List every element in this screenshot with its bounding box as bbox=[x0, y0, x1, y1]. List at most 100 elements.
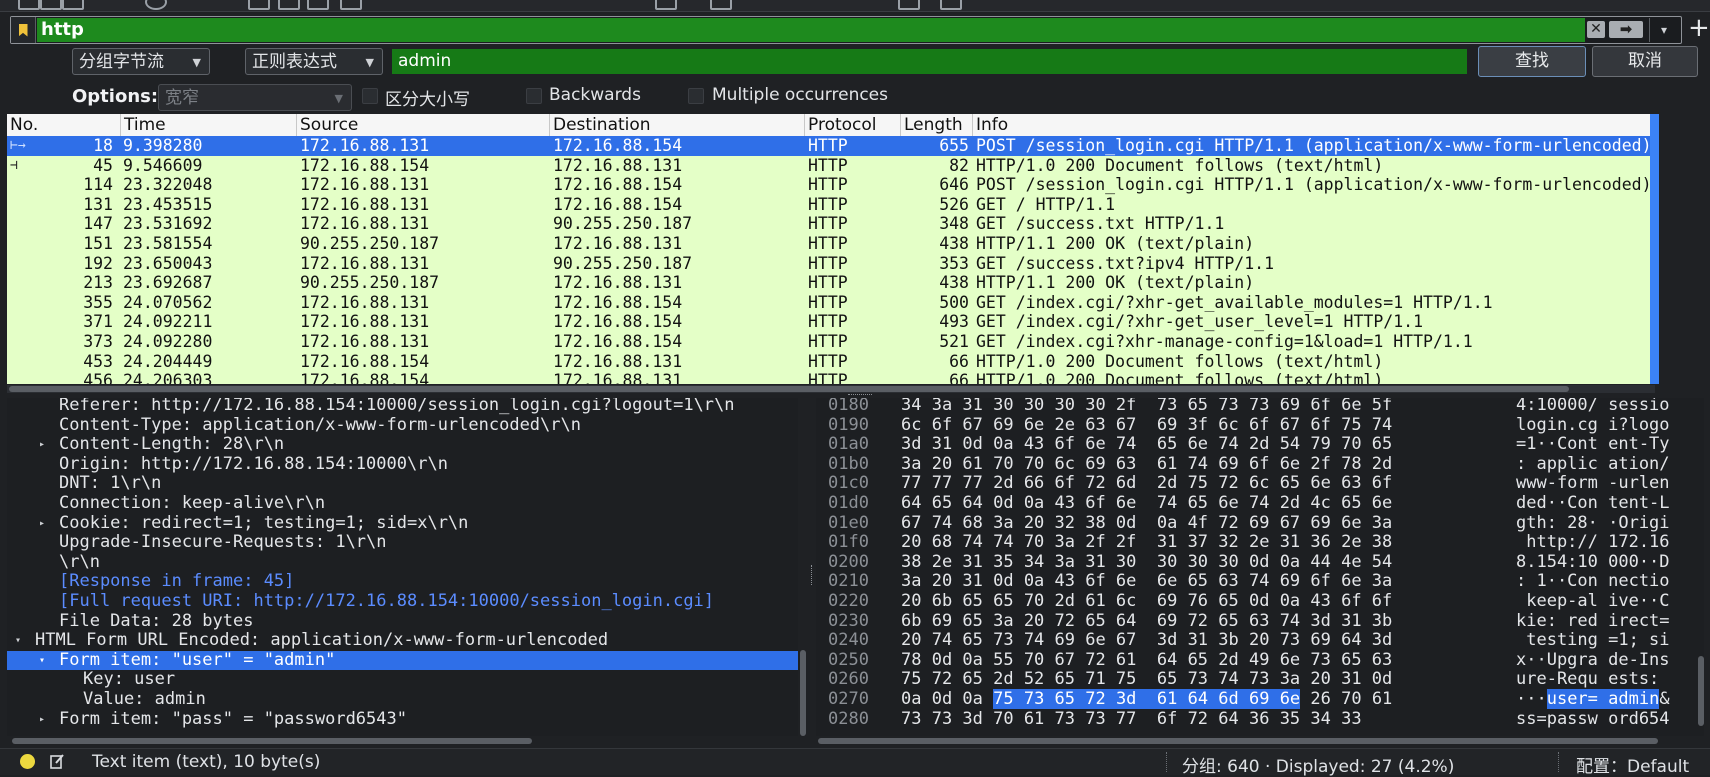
packet-row[interactable]: 151 23.581554 90.255.250.187 172.16.88.131 H… bbox=[7, 234, 1655, 254]
ascii-bytes[interactable]: keep-al ive··C bbox=[1516, 591, 1669, 612]
ascii-bytes[interactable]: =1··Cont ent-Ty bbox=[1516, 435, 1670, 455]
hex-row[interactable]: 01d0 64 65 64 0d 0a 43 6f 6e 74 65 6e 74 … bbox=[816, 493, 1704, 514]
bookmark-icon[interactable] bbox=[11, 17, 36, 43]
hex-bytes[interactable]: 67 74 68 3a 20 32 38 0d 0a 4f 72 69 67 6… bbox=[901, 513, 1392, 534]
detail-tree-item[interactable]: Origin: http://172.16.88.154:10000\r\n bbox=[7, 454, 798, 475]
bytes-scrollbar[interactable] bbox=[1698, 656, 1704, 726]
hex-bytes[interactable]: 75 72 65 2d 52 65 71 75 65 73 74 73 3a 2… bbox=[901, 670, 1392, 690]
column-header-length[interactable]: Length bbox=[901, 114, 973, 136]
hex-row[interactable]: 0230 6b 69 65 3a 20 72 65 64 69 72 65 63 … bbox=[816, 611, 1704, 632]
hex-row[interactable]: 0210 3a 20 31 0d 0a 43 6f 6e 6e 65 63 74 … bbox=[816, 572, 1704, 592]
packet-details-tree[interactable]: Referer: http://172.16.88.154:10000/sess… bbox=[7, 398, 798, 736]
details-scrollbar[interactable] bbox=[800, 650, 806, 736]
column-header-protocol[interactable]: Protocol bbox=[805, 114, 901, 136]
hex-bytes[interactable]: 20 74 65 73 74 69 6e 67 3d 31 3b 20 73 6… bbox=[901, 631, 1392, 651]
detail-tree-item[interactable]: Connection: keep-alive\r\n bbox=[7, 493, 798, 514]
detail-tree-item[interactable]: [Response in frame: 45] bbox=[7, 572, 798, 592]
add-filter-button-icon[interactable]: + bbox=[1688, 14, 1710, 42]
ascii-bytes[interactable]: http:// 172.16 bbox=[1516, 533, 1669, 553]
hex-row[interactable]: 01f0 20 68 74 74 70 3a 2f 2f 31 37 32 2e … bbox=[816, 533, 1704, 553]
packet-row[interactable]: 371 24.092211 172.16.88.131 172.16.88.154 HT… bbox=[7, 312, 1655, 332]
detail-tree-item[interactable]: Upgrade-Insecure-Requests: 1\r\n bbox=[7, 533, 798, 553]
display-filter-input[interactable]: http bbox=[37, 18, 1585, 42]
toolbar-icon[interactable] bbox=[940, 0, 962, 10]
packet-bytes-view[interactable]: 0180 34 3a 31 30 30 30 30 2f 73 65 73 73 … bbox=[816, 398, 1704, 736]
detail-tree-item[interactable]: [Full request URI: http://172.16.88.154:… bbox=[7, 591, 798, 612]
ascii-bytes[interactable]: : 1··Con nectio bbox=[1516, 572, 1670, 592]
ascii-bytes[interactable]: testing =1; si bbox=[1516, 631, 1669, 651]
detail-tree-item[interactable]: ▾ Form item: "user" = "admin" bbox=[7, 650, 798, 671]
hex-bytes[interactable]: 73 73 3d 70 61 73 73 77 6f 72 64 36 35 3… bbox=[901, 709, 1362, 730]
detail-tree-item[interactable]: Value: admin bbox=[7, 689, 798, 710]
hex-row[interactable]: 01b0 3a 20 61 70 70 6c 69 63 61 74 69 6f … bbox=[816, 454, 1704, 475]
toolbar-icon[interactable] bbox=[62, 0, 84, 10]
collapse-arrow-icon[interactable]: ▸ bbox=[39, 435, 45, 455]
expand-arrow-icon[interactable]: ▾ bbox=[39, 651, 45, 671]
packet-row[interactable]: 18 9.398280 172.16.88.131 172.16.88.154 HTTP… bbox=[7, 136, 1655, 156]
toolbar-icon[interactable] bbox=[145, 0, 167, 10]
column-header-info[interactable]: Info bbox=[973, 114, 1655, 136]
edit-comment-icon[interactable] bbox=[50, 753, 64, 769]
toolbar-icon[interactable] bbox=[340, 0, 362, 10]
toolbar-icon[interactable] bbox=[278, 0, 300, 10]
apply-filter-icon[interactable]: ➡ bbox=[1609, 21, 1643, 38]
packet-list[interactable]: No. Time Source Destination Protocol Len… bbox=[7, 114, 1655, 384]
hex-row[interactable]: 0280 73 73 3d 70 61 73 73 77 6f 72 64 36 … bbox=[816, 709, 1704, 730]
hex-row[interactable]: 0240 20 74 65 73 74 69 6e 67 3d 31 3b 20 … bbox=[816, 631, 1704, 651]
expand-arrow-icon[interactable]: ▾ bbox=[15, 631, 21, 651]
expert-info-icon[interactable] bbox=[20, 754, 35, 769]
packet-row[interactable]: 45 9.546609 172.16.88.154 172.16.88.131 HTTP… bbox=[7, 156, 1655, 176]
detail-tree-item[interactable]: Content-Type: application/x-www-form-url… bbox=[7, 415, 798, 436]
details-hscrollbar[interactable] bbox=[12, 738, 532, 744]
pane-splitter-handle[interactable] bbox=[811, 565, 814, 585]
hex-row[interactable]: 0250 78 0d 0a 55 70 67 72 61 64 65 2d 49 … bbox=[816, 650, 1704, 671]
hex-row[interactable]: 0270 0a 0d 0a 75 73 65 72 3d 61 64 6d 69 … bbox=[816, 689, 1704, 710]
hex-row[interactable]: 01c0 77 77 77 2d 66 6f 72 6d 2d 75 72 6c … bbox=[816, 474, 1704, 494]
column-header-destination[interactable]: Destination bbox=[550, 114, 805, 136]
search-in-select[interactable]: 分组字节流 ▼ bbox=[72, 48, 210, 75]
hex-row[interactable]: 0220 20 6b 65 65 70 2d 61 6c 69 76 65 0d … bbox=[816, 591, 1704, 612]
detail-tree-item[interactable]: ▸ Cookie: redirect=1; testing=1; sid=x\r\… bbox=[7, 513, 798, 534]
hex-bytes[interactable]: 3a 20 31 0d 0a 43 6f 6e 6e 65 63 74 69 6… bbox=[901, 572, 1392, 592]
toolbar-icon[interactable] bbox=[40, 0, 62, 10]
hex-bytes[interactable]: 6b 69 65 3a 20 72 65 64 69 72 65 63 74 3… bbox=[901, 611, 1392, 632]
detail-tree-item[interactable]: DNT: 1\r\n bbox=[7, 474, 798, 494]
filter-history-dropdown-icon[interactable]: ▾ bbox=[1649, 18, 1678, 42]
detail-tree-item[interactable]: Referer: http://172.16.88.154:10000/sess… bbox=[7, 398, 798, 416]
collapse-arrow-icon[interactable]: ▸ bbox=[39, 710, 45, 730]
hex-bytes[interactable]: 6c 6f 67 69 6e 2e 63 67 69 3f 6c 6f 67 6… bbox=[901, 415, 1392, 436]
packet-row[interactable]: 453 24.204449 172.16.88.154 172.16.88.131 HT… bbox=[7, 352, 1655, 372]
hex-bytes[interactable]: 20 6b 65 65 70 2d 61 6c 69 76 65 0d 0a 4… bbox=[901, 591, 1392, 612]
toolbar-icon[interactable] bbox=[655, 0, 677, 10]
hex-row[interactable]: 0260 75 72 65 2d 52 65 71 75 65 73 74 73 … bbox=[816, 670, 1704, 690]
collapse-arrow-icon[interactable]: ▸ bbox=[39, 514, 45, 534]
ascii-bytes[interactable]: 8.154:10 000··D bbox=[1516, 552, 1670, 573]
clear-filter-icon[interactable]: ✕ bbox=[1587, 21, 1605, 38]
packet-row[interactable]: 114 23.322048 172.16.88.131 172.16.88.154 HT… bbox=[7, 175, 1655, 195]
hex-bytes[interactable]: 38 2e 31 35 34 3a 31 30 30 30 30 0d 0a 4… bbox=[901, 552, 1392, 573]
ascii-bytes[interactable]: : applic ation/ bbox=[1516, 454, 1670, 475]
packet-row[interactable]: 355 24.070562 172.16.88.131 172.16.88.154 HT… bbox=[7, 293, 1655, 313]
packet-row[interactable]: 147 23.531692 172.16.88.131 90.255.250.187 H… bbox=[7, 214, 1655, 234]
toolbar-icon[interactable] bbox=[248, 0, 270, 10]
packet-row[interactable]: 131 23.453515 172.16.88.131 172.16.88.154 HT… bbox=[7, 195, 1655, 215]
search-type-select[interactable]: 正则表达式 ▼ bbox=[245, 48, 383, 75]
detail-tree-item[interactable]: ▸ Content-Length: 28\r\n bbox=[7, 435, 798, 455]
search-input[interactable]: admin bbox=[392, 49, 1467, 74]
hex-bytes[interactable]: 0a 0d 0a 75 73 65 72 3d 61 64 6d 69 6e 2… bbox=[901, 689, 1392, 710]
ascii-bytes[interactable]: ure-Requ ests: bbox=[1516, 670, 1670, 690]
ascii-bytes[interactable]: www-form -urlen bbox=[1516, 474, 1670, 494]
toolbar-icon[interactable] bbox=[710, 0, 732, 10]
find-button[interactable]: 查找 bbox=[1478, 46, 1586, 77]
column-header-time[interactable]: Time bbox=[121, 114, 297, 136]
packet-list-hscrollbar[interactable] bbox=[7, 385, 1655, 393]
ascii-bytes[interactable]: 4:10000/ sessio bbox=[1516, 398, 1670, 416]
hex-row[interactable]: 01a0 3d 31 0d 0a 43 6f 6e 74 65 6e 74 2d … bbox=[816, 435, 1704, 455]
hex-bytes[interactable]: 34 3a 31 30 30 30 30 2f 73 65 73 73 69 6… bbox=[901, 398, 1392, 416]
hex-bytes[interactable]: 64 65 64 0d 0a 43 6f 6e 74 65 6e 74 2d 4… bbox=[901, 493, 1392, 514]
ascii-bytes[interactable]: x··Upgra de-Ins bbox=[1516, 650, 1670, 671]
bytes-hscrollbar[interactable] bbox=[818, 738, 1658, 744]
ascii-bytes[interactable]: ···user= admin& bbox=[1516, 689, 1670, 710]
cancel-button[interactable]: 取消 bbox=[1592, 46, 1698, 77]
char-width-select[interactable]: 宽窄 ▼ bbox=[158, 84, 352, 111]
